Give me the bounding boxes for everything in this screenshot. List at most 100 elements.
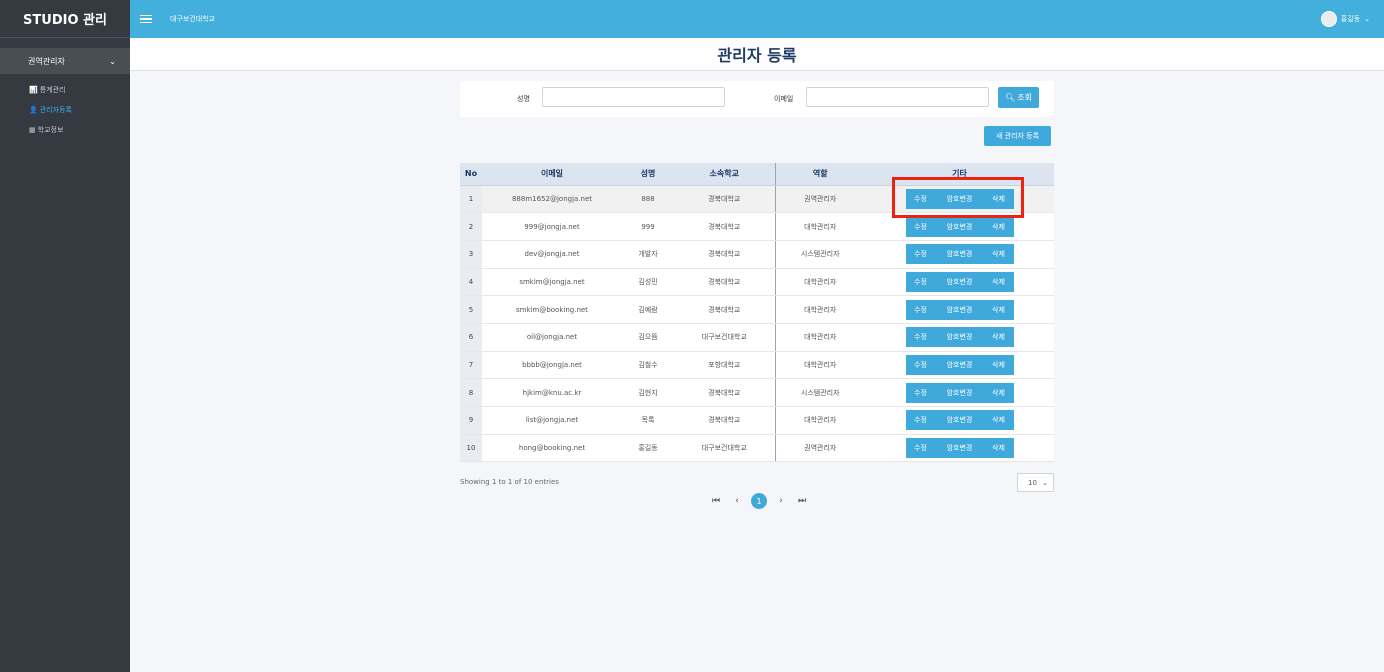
table-row: 5 smkim@booking.net 김예람 경북대학교 대학관리자 수정 암호변경 삭제 (460, 295, 1054, 324)
change-password-button[interactable]: 암호변경 (935, 271, 984, 292)
cell-email: bbbb@jongja.net (482, 351, 622, 380)
highlight-box (892, 177, 1024, 218)
table-row: 6 oil@jongja.net 김으뜸 대구보건대학교 대학관리자 수정 암호변경 삭제 (460, 323, 1054, 352)
sidebar-item-label: 통계관리 (39, 86, 66, 94)
edit-button[interactable]: 수정 (905, 244, 936, 265)
sidebar-item-label: 관리자등록 (39, 106, 72, 114)
cell-role: 시스템관리자 (774, 378, 865, 407)
delete-button[interactable]: 삭제 (983, 327, 1014, 348)
change-password-button[interactable]: 암호변경 (935, 438, 984, 459)
cell-name: 개발자 (622, 240, 674, 269)
next-page-icon[interactable]: › (774, 493, 788, 509)
cell-name: 999 (622, 212, 674, 241)
cell-email: hong@booking.net (482, 434, 622, 463)
sidebar-item-school-info[interactable]: ▦ 학교정보 (0, 120, 130, 140)
row-actions: 수정 암호변경 삭제 (905, 271, 1014, 292)
delete-button[interactable]: 삭제 (983, 271, 1014, 292)
new-admin-button[interactable]: 새 관리자 등록 (984, 126, 1051, 146)
row-actions: 수정 암호변경 삭제 (905, 327, 1014, 348)
cell-school: 경북대학교 (674, 185, 775, 214)
cell-actions: 수정 암호변경 삭제 (865, 268, 1054, 297)
row-actions: 수정 암호변경 삭제 (905, 438, 1014, 459)
first-page-icon[interactable]: ⏮ (709, 493, 723, 509)
cell-name: 김으뜸 (622, 323, 674, 352)
delete-button[interactable]: 삭제 (983, 354, 1014, 375)
edit-button[interactable]: 수정 (905, 216, 936, 237)
menu-group-label: 권역관리자 (28, 56, 65, 66)
delete-button[interactable]: 삭제 (983, 382, 1014, 403)
change-password-button[interactable]: 암호변경 (935, 244, 984, 265)
cell-email: list@jongja.net (482, 406, 622, 435)
delete-button[interactable]: 삭제 (983, 216, 1014, 237)
name-input[interactable] (542, 87, 725, 107)
row-actions: 수정 암호변경 삭제 (905, 299, 1014, 320)
row-actions: 수정 암호변경 삭제 (905, 354, 1014, 375)
chevron-down-icon: ⌄ (1364, 15, 1370, 23)
change-password-button[interactable]: 암호변경 (935, 327, 984, 348)
cell-actions: 수정 암호변경 삭제 (865, 351, 1054, 380)
cell-no: 6 (460, 323, 482, 352)
chevron-down-icon: ⌄ (1042, 478, 1048, 487)
column-header-email: 이메일 (482, 163, 622, 186)
cell-no: 7 (460, 351, 482, 380)
delete-button[interactable]: 삭제 (983, 438, 1014, 459)
cell-actions: 수정 암호변경 삭제 (865, 323, 1054, 352)
sidebar-item-statistics[interactable]: 📊 통계관리 (0, 80, 130, 100)
sidebar-item-admin-register[interactable]: 👤 관리자등록 (0, 100, 130, 120)
last-page-icon[interactable]: ⏭ (795, 493, 809, 509)
edit-button[interactable]: 수정 (905, 299, 936, 320)
table-row: 8 hjkim@knu.ac.kr 김현지 경북대학교 시스템관리자 수정 암호변경 삭제 (460, 378, 1054, 407)
cell-role: 대학관리자 (774, 323, 865, 352)
cell-name: 김철수 (622, 351, 674, 380)
row-actions: 수정 암호변경 삭제 (905, 216, 1014, 237)
cell-email: smkim@jongja.net (482, 268, 622, 297)
cell-no: 8 (460, 378, 482, 407)
cell-no: 9 (460, 406, 482, 435)
page-size-value: 10 (1028, 478, 1037, 487)
brand-logo[interactable]: STUDIO 관리 (0, 0, 130, 38)
delete-button[interactable]: 삭제 (983, 410, 1014, 431)
cell-email: 888m1652@jongja.net (482, 185, 622, 214)
prev-page-icon[interactable]: ‹ (730, 493, 744, 509)
edit-button[interactable]: 수정 (905, 438, 936, 459)
page-size-select[interactable]: 10 ⌄ (1017, 473, 1054, 492)
search-button[interactable]: 🔍︎ 조회 (998, 87, 1039, 108)
change-password-button[interactable]: 암호변경 (935, 354, 984, 375)
edit-button[interactable]: 수정 (905, 327, 936, 348)
edit-button[interactable]: 수정 (905, 271, 936, 292)
menu-toggle-icon[interactable] (140, 14, 152, 24)
cell-school: 경북대학교 (674, 378, 775, 407)
edit-button[interactable]: 수정 (905, 410, 936, 431)
change-password-button[interactable]: 암호변경 (935, 410, 984, 431)
table-row: 3 dev@jongja.net 개발자 경북대학교 시스템관리자 수정 암호변경 삭제 (460, 240, 1054, 269)
change-password-button[interactable]: 암호변경 (935, 382, 984, 403)
name-label: 성명 (517, 95, 530, 103)
table-row: 10 hong@booking.net 홍길동 대구보건대학교 권역관리자 수정 암호변경 삭… (460, 434, 1054, 463)
cell-no: 3 (460, 240, 482, 269)
delete-button[interactable]: 삭제 (983, 299, 1014, 320)
change-password-button[interactable]: 암호변경 (935, 299, 984, 320)
edit-button[interactable]: 수정 (905, 354, 936, 375)
user-menu[interactable]: 홍길동 ⌄ (1320, 11, 1370, 27)
page-number[interactable]: 1 (751, 493, 767, 509)
cell-school: 경북대학교 (674, 240, 775, 269)
sidebar: STUDIO 관리 권역관리자 ⌄ 📊 통계관리 👤 관리자등록 ▦ 학교정보 (0, 0, 130, 672)
column-header-no: No (460, 163, 482, 186)
column-header-school: 소속학교 (674, 163, 775, 186)
column-header-role: 역할 (774, 163, 865, 186)
delete-button[interactable]: 삭제 (983, 244, 1014, 265)
cell-email: hjkim@knu.ac.kr (482, 378, 622, 407)
menu-group-region-admin[interactable]: 권역관리자 ⌄ (0, 48, 130, 74)
page-header: 관리자 등록 (130, 38, 1384, 71)
change-password-button[interactable]: 암호변경 (935, 216, 984, 237)
email-input[interactable] (806, 87, 989, 107)
cell-actions: 수정 암호변경 삭제 (865, 295, 1054, 324)
school-icon: ▦ (29, 126, 36, 134)
cell-role: 대학관리자 (774, 268, 865, 297)
cell-email: 999@jongja.net (482, 212, 622, 241)
edit-button[interactable]: 수정 (905, 382, 936, 403)
cell-role: 대학관리자 (774, 212, 865, 241)
cell-role: 시스템관리자 (774, 240, 865, 269)
cell-no: 5 (460, 295, 482, 324)
sidebar-item-label: 학교정보 (37, 126, 64, 134)
